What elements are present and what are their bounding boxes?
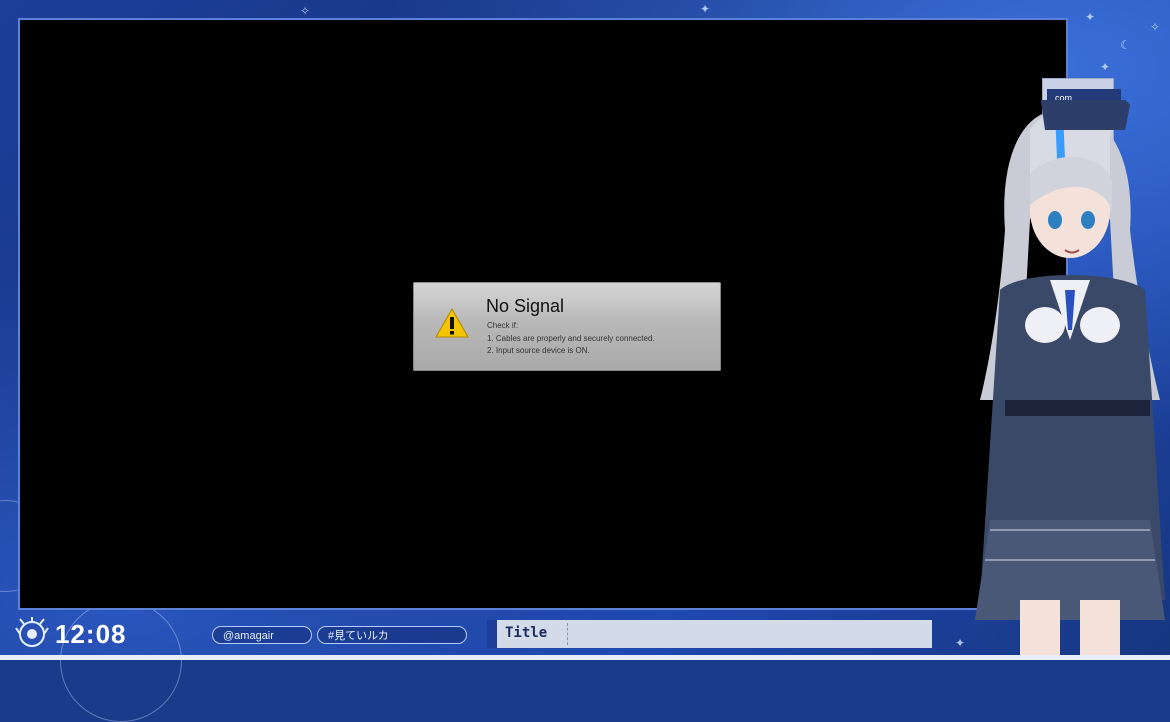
warning-icon: [435, 308, 469, 338]
no-signal-dialog: No Signal Check if: 1. Cables are proper…: [413, 282, 721, 371]
video-screen: No Signal Check if: 1. Cables are proper…: [18, 18, 1068, 610]
handle-pill: @amagair: [212, 626, 312, 644]
stream-clock: 12:08: [55, 619, 127, 649]
title-box: Title: [487, 620, 932, 648]
title-divider: [567, 623, 568, 645]
bottom-edge: [0, 655, 1170, 660]
dialog-check-item: 1. Cables are properly and securely conn…: [487, 334, 655, 343]
dialog-title: No Signal: [486, 296, 565, 316]
title-label: Title: [505, 625, 548, 641]
vtuber-avatar: [975, 100, 1165, 660]
dialog-check-label: Check if:: [487, 321, 519, 330]
hashtag-pill: #見ていルカ: [317, 626, 467, 644]
emblem-icon: [15, 617, 49, 647]
dialog-check-item: 2. Input source device is ON.: [487, 346, 590, 355]
